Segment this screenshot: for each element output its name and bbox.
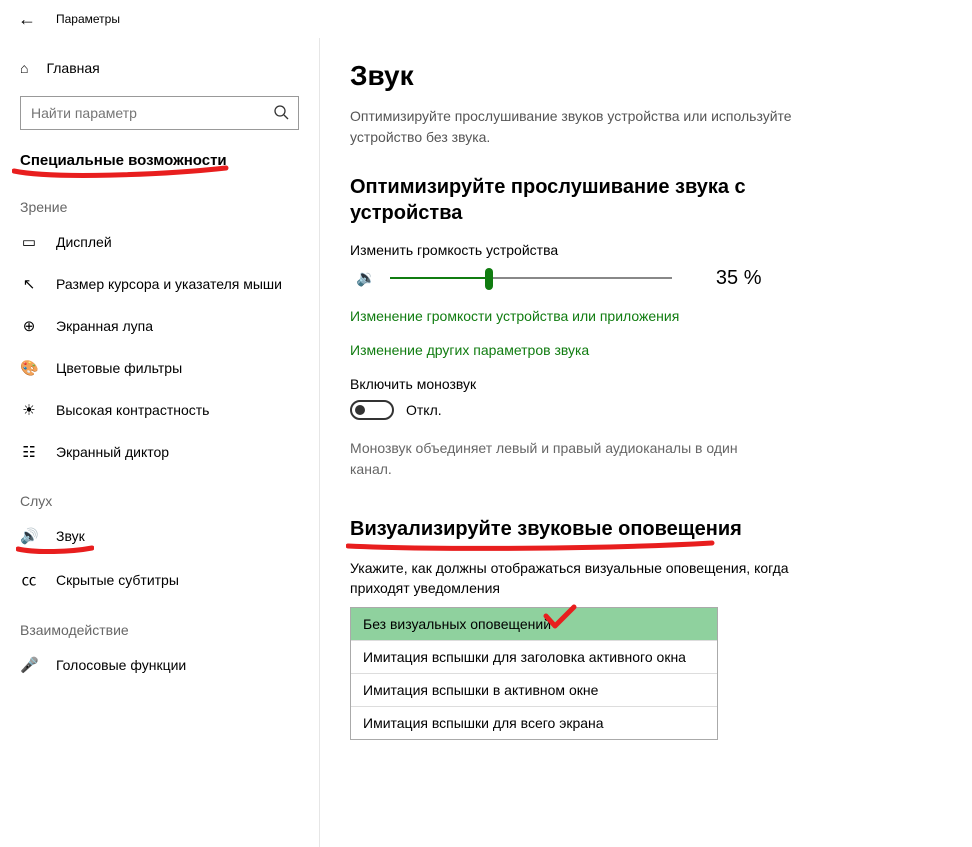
sidebar-item-label: Скрытые субтитры bbox=[56, 572, 179, 588]
sidebar-item-speech[interactable]: 🎤 Голосовые функции bbox=[0, 644, 319, 686]
sidebar-item-contrast[interactable]: ☀ Высокая контрастность bbox=[0, 389, 319, 431]
sidebar-item-colorfilters[interactable]: 🎨 Цветовые фильтры bbox=[0, 347, 319, 389]
mono-toggle[interactable] bbox=[350, 400, 394, 420]
page-title: Звук bbox=[350, 60, 942, 92]
sidebar-item-label: Дисплей bbox=[56, 234, 112, 250]
search-icon bbox=[273, 104, 289, 120]
captions-icon: ㏄ bbox=[20, 569, 38, 590]
back-icon[interactable]: ← bbox=[18, 10, 36, 28]
annotation-underline bbox=[12, 165, 230, 183]
search-input[interactable] bbox=[20, 96, 299, 130]
sidebar-item-label: Голосовые функции bbox=[56, 657, 186, 673]
option-label: Имитация вспышки для всего экрана bbox=[363, 715, 604, 731]
visual-option[interactable]: Имитация вспышки для заголовка активного… bbox=[351, 641, 717, 674]
palette-icon: 🎨 bbox=[20, 359, 38, 377]
home-label: Главная bbox=[46, 60, 99, 76]
volume-value: 35 % bbox=[716, 267, 762, 290]
magnifier-icon: ⊕ bbox=[20, 317, 38, 335]
sidebar-item-label: Размер курсора и указателя мыши bbox=[56, 276, 282, 292]
visual-option[interactable]: Без визуальных оповещений bbox=[351, 608, 717, 641]
home-icon: ⌂ bbox=[20, 60, 28, 76]
volume-label: Изменить громкость устройства bbox=[350, 242, 942, 258]
mono-hint: Монозвук объединяет левый и правый аудио… bbox=[350, 438, 780, 480]
sidebar-item-narrator[interactable]: ☷ Экранный диктор bbox=[0, 431, 319, 473]
sidebar-item-label: Цветовые фильтры bbox=[56, 360, 182, 376]
section-visual-heading: Визуализируйте звуковые оповещения bbox=[350, 516, 742, 542]
visual-option[interactable]: Имитация вспышки для всего экрана bbox=[351, 707, 717, 739]
sidebar-item-label: Звук bbox=[56, 528, 85, 544]
sidebar-item-captions[interactable]: ㏄ Скрытые субтитры bbox=[0, 557, 319, 602]
volume-slider[interactable] bbox=[390, 266, 672, 290]
mono-label: Включить монозвук bbox=[350, 376, 942, 392]
sidebar-item-magnifier[interactable]: ⊕ Экранная лупа bbox=[0, 305, 319, 347]
visual-options-list: Без визуальных оповещений Имитация вспыш… bbox=[350, 607, 718, 740]
section-accessibility: Специальные возможности bbox=[0, 146, 319, 179]
narrator-icon: ☷ bbox=[20, 443, 38, 461]
mono-toggle-state: Откл. bbox=[406, 402, 442, 418]
annotation-underline bbox=[346, 540, 716, 552]
search-row bbox=[20, 96, 299, 130]
title-bar: ← Параметры bbox=[0, 0, 972, 38]
page-description: Оптимизируйте прослушивание звуков устро… bbox=[350, 106, 810, 148]
sidebar-item-label: Экранный диктор bbox=[56, 444, 169, 460]
group-interaction-label: Взаимодействие bbox=[0, 602, 319, 644]
sidebar-item-display[interactable]: ▭ Дисплей bbox=[0, 221, 319, 263]
app-title: Параметры bbox=[56, 12, 120, 26]
visual-option[interactable]: Имитация вспышки в активном окне bbox=[351, 674, 717, 707]
section-optimize-heading: Оптимизируйте прослушивание звука с устр… bbox=[350, 174, 770, 226]
sound-icon: 🔊 bbox=[20, 527, 38, 545]
sidebar-item-sound[interactable]: 🔊 Звук bbox=[0, 515, 319, 557]
annotation-underline bbox=[16, 545, 94, 555]
sidebar-item-label: Экранная лупа bbox=[56, 318, 153, 334]
sidebar-item-cursor[interactable]: ↖ Размер курсора и указателя мыши bbox=[0, 263, 319, 305]
link-volume-mixer[interactable]: Изменение громкости устройства или прило… bbox=[350, 308, 942, 324]
home-nav[interactable]: ⌂ Главная bbox=[0, 50, 319, 86]
sidebar: ⌂ Главная Специальные возможности Зрение… bbox=[0, 38, 320, 847]
link-other-sound-settings[interactable]: Изменение других параметров звука bbox=[350, 342, 942, 358]
cursor-icon: ↖ bbox=[20, 275, 38, 293]
display-icon: ▭ bbox=[20, 233, 38, 251]
option-label: Имитация вспышки в активном окне bbox=[363, 682, 598, 698]
annotation-check bbox=[543, 604, 577, 630]
option-label: Без визуальных оповещений bbox=[363, 616, 551, 632]
content-pane: Звук Оптимизируйте прослушивание звуков … bbox=[320, 38, 972, 847]
speaker-icon: 🔉 bbox=[356, 268, 376, 288]
option-label: Имитация вспышки для заголовка активного… bbox=[363, 649, 686, 665]
mic-icon: 🎤 bbox=[20, 656, 38, 674]
sidebar-item-label: Высокая контрастность bbox=[56, 402, 209, 418]
group-hearing-label: Слух bbox=[0, 473, 319, 515]
volume-row: 🔉 35 % bbox=[356, 266, 942, 290]
contrast-icon: ☀ bbox=[20, 401, 38, 419]
visual-options-description: Укажите, как должны отображаться визуаль… bbox=[350, 558, 790, 599]
group-vision-label: Зрение bbox=[0, 179, 319, 221]
